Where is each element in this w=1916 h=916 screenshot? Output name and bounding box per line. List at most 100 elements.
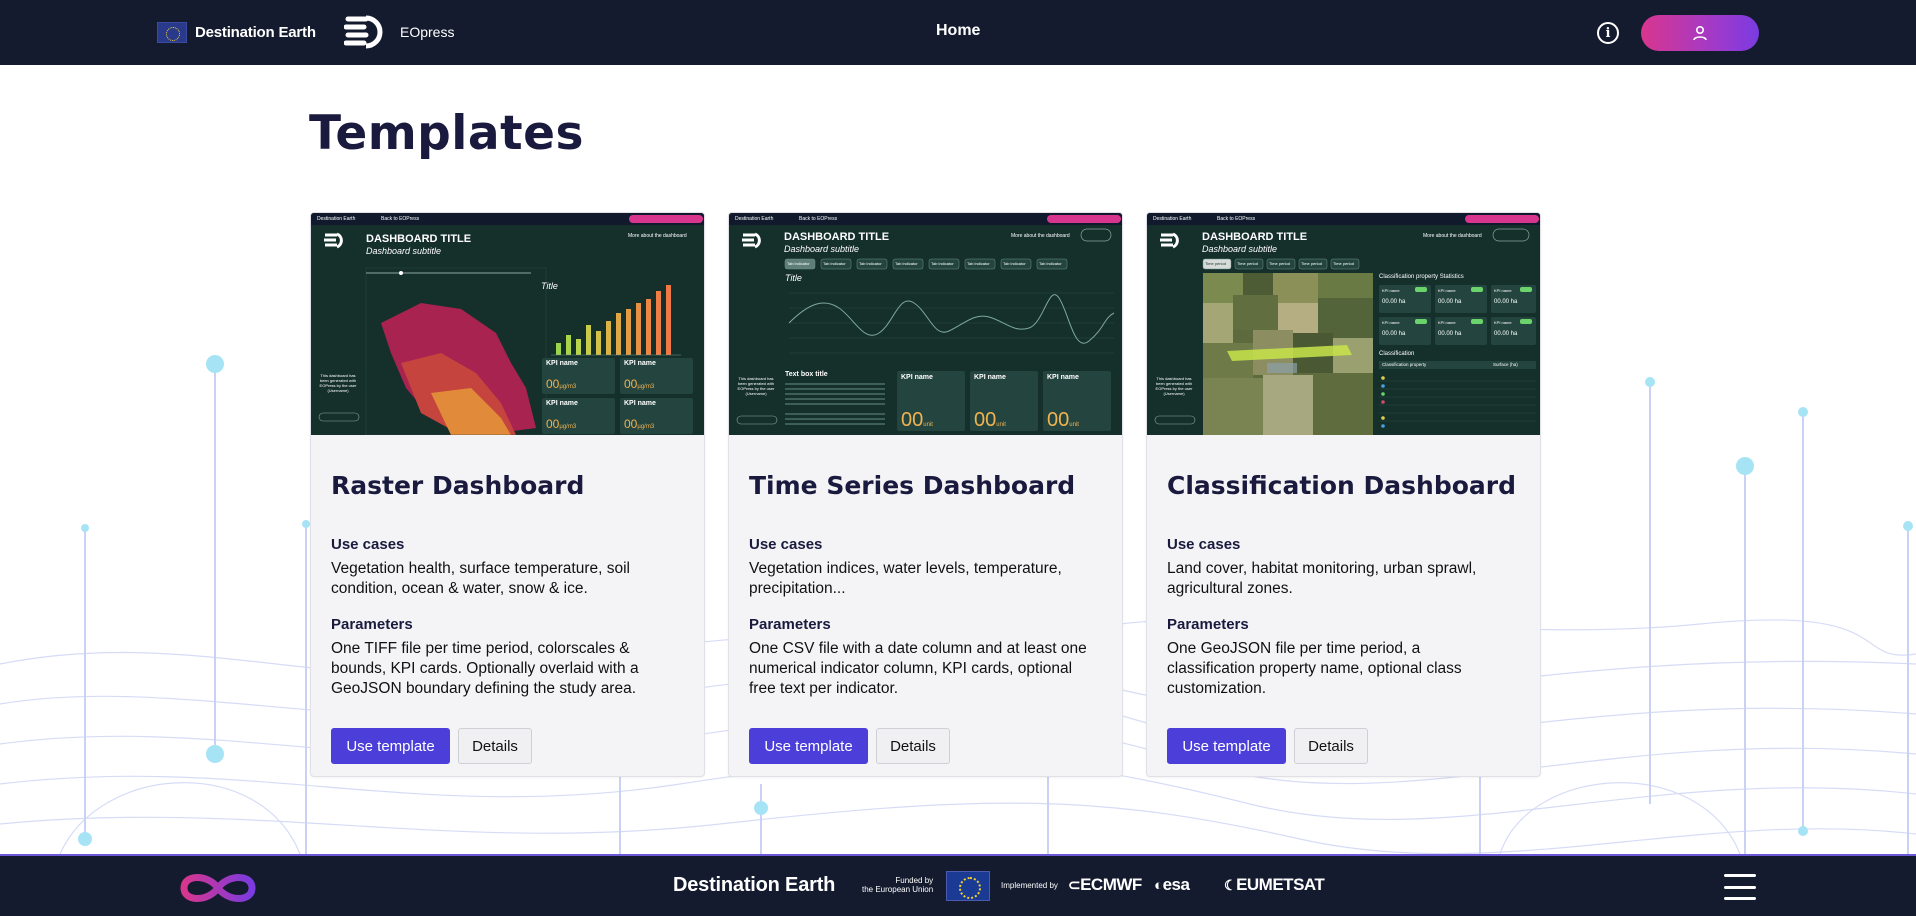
use-template-button[interactable]: Use template xyxy=(331,728,450,764)
card-title: Time Series Dashboard xyxy=(749,471,1076,500)
thumb-kpi-name: KPI name xyxy=(1047,374,1079,381)
thumb-kpi-name: KPI name xyxy=(1438,320,1456,325)
thumb-kpi-name: KPI name xyxy=(1382,320,1400,325)
card-title: Classification Dashboard xyxy=(1167,471,1516,500)
brand-name: Destination Earth xyxy=(195,24,316,41)
thumb-kpi-name: KPI name xyxy=(1438,288,1456,293)
thumb-text-box-title: Text box title xyxy=(785,371,828,378)
thumb-more-link: More about the dashboard xyxy=(1423,233,1482,239)
thumb-classification-title: Classification xyxy=(1379,351,1415,357)
footer-brand: Destination Earth xyxy=(673,874,836,896)
thumb-surface-header: Surface (ha) xyxy=(1493,362,1518,367)
destination-earth-brand[interactable]: Destination Earth xyxy=(157,20,316,45)
thumb-kpi-name: KPI name xyxy=(624,360,656,367)
footer: Destination Earth Funded by the European… xyxy=(0,854,1916,916)
use-cases-label: Use cases xyxy=(1167,536,1241,553)
eopress-logo[interactable]: EOpress xyxy=(344,14,454,50)
template-card-time-series: Destination Earth Back to EOPress DASHBO… xyxy=(728,212,1123,777)
use-cases-label: Use cases xyxy=(331,536,405,553)
thumb-brand: Destination Earth xyxy=(1153,216,1192,222)
thumb-tab: Tab indicator xyxy=(859,261,882,266)
thumb-kpi-value: 00.00 ha xyxy=(1382,331,1406,337)
eopress-logo-icon xyxy=(344,15,383,49)
thumb-stats-title: Classification property Statistics xyxy=(1379,274,1464,280)
thumb-tab: Time period xyxy=(1269,261,1290,266)
thumb-kpi-name: KPI name xyxy=(901,374,933,381)
implemented-by-label: Implemented by xyxy=(1001,881,1058,890)
thumb-kpi-value: 00.00 ha xyxy=(1438,331,1462,337)
thumb-class-header: Classification property xyxy=(1382,362,1427,367)
template-card-raster: Destination Earth Back to EOPress DASHBO… xyxy=(310,212,705,777)
funded-by-eu: Funded by the European Union xyxy=(862,876,934,894)
thumb-back-link: Back to EOPress xyxy=(1217,216,1256,222)
thumb-kpi-value: 00.00 ha xyxy=(1494,331,1518,337)
details-button[interactable]: Details xyxy=(1294,728,1368,764)
thumb-dashboard-title: DASHBOARD TITLE xyxy=(366,233,472,245)
thumb-kpi-value: 00.00 ha xyxy=(1494,299,1518,305)
thumb-side-note: This dashboard has been generated with E… xyxy=(737,376,775,396)
card-thumbnail: Destination Earth Back to EOPress DASHBO… xyxy=(311,213,704,435)
card-thumbnail: Destination Earth Back to EOPress DASHBO… xyxy=(729,213,1122,435)
thumb-chart-title: Title xyxy=(785,273,802,283)
use-cases-text: Vegetation health, surface temperature, … xyxy=(331,560,630,597)
thumb-kpi-name: KPI name xyxy=(624,400,656,407)
top-navbar: Destination Earth EOpress Home i xyxy=(0,0,1916,65)
thumb-kpi-name: KPI name xyxy=(974,374,1006,381)
thumb-tab: Time period xyxy=(1301,261,1322,266)
use-cases-label: Use cases xyxy=(749,536,823,553)
thumb-kpi-value: 00µg/m3 xyxy=(546,417,577,431)
use-cases-text: Land cover, habitat monitoring, urban sp… xyxy=(1167,560,1477,597)
user-account-button[interactable] xyxy=(1641,15,1759,51)
info-icon[interactable]: i xyxy=(1597,22,1619,44)
thumb-kpi-name: KPI name xyxy=(1494,320,1512,325)
thumb-tab: Tab indicator xyxy=(931,261,954,266)
thumb-kpi-name: KPI name xyxy=(1494,288,1512,293)
thumb-kpi-value: 00µg/m3 xyxy=(624,417,655,431)
thumb-tab: Time period xyxy=(1237,261,1258,266)
thumb-more-link: More about the dashboard xyxy=(1011,233,1070,239)
parameters-label: Parameters xyxy=(331,616,413,633)
parameters-text: One GeoJSON file per time period, a clas… xyxy=(1167,640,1462,697)
thumb-tab: Tab indicator xyxy=(967,261,990,266)
thumb-kpi-name: KPI name xyxy=(546,400,578,407)
use-template-button[interactable]: Use template xyxy=(1167,728,1286,764)
thumb-kpi-value: 00unit xyxy=(901,409,933,431)
parameters-label: Parameters xyxy=(749,616,831,633)
thumb-back-link: Back to EOPress xyxy=(381,216,420,222)
parameters-text: One TIFF file per time period, colorscal… xyxy=(331,640,639,697)
details-button[interactable]: Details xyxy=(458,728,532,764)
thumb-chart-title: Title xyxy=(541,281,558,291)
template-card-classification: Destination Earth Back to EOPress DASHBO… xyxy=(1146,212,1541,777)
thumb-dashboard-title: DASHBOARD TITLE xyxy=(784,231,890,243)
thumb-kpi-name: KPI name xyxy=(546,360,578,367)
use-template-button[interactable]: Use template xyxy=(749,728,868,764)
thumb-kpi-value: 00µg/m3 xyxy=(546,377,577,391)
thumb-tab: Time period xyxy=(1333,261,1354,266)
thumb-dashboard-subtitle: Dashboard subtitle xyxy=(1202,244,1278,254)
hamburger-menu-icon[interactable] xyxy=(1724,874,1756,900)
use-cases-text: Vegetation indices, water levels, temper… xyxy=(749,560,1062,597)
thumb-tab: Tab indicator xyxy=(823,261,846,266)
thumb-brand: Destination Earth xyxy=(735,216,774,222)
esa-logo: ◐esa xyxy=(1154,875,1190,894)
card-thumbnail: Destination Earth Back to EOPress DASHBO… xyxy=(1147,213,1540,435)
eu-flag-icon xyxy=(157,22,187,43)
thumb-kpi-value: 00.00 ha xyxy=(1438,299,1462,305)
thumb-brand: Destination Earth xyxy=(317,216,356,222)
eumetsat-logo: ☾EUMETSAT xyxy=(1224,875,1325,894)
thumb-side-note: This dashboard has been generated with E… xyxy=(319,373,357,393)
eu-flag-icon xyxy=(946,871,990,901)
thumb-dashboard-title: DASHBOARD TITLE xyxy=(1202,231,1308,243)
thumb-tab: Tab indicator xyxy=(895,261,918,266)
card-title: Raster Dashboard xyxy=(331,471,585,500)
nav-home-link[interactable]: Home xyxy=(936,22,980,40)
details-button[interactable]: Details xyxy=(876,728,950,764)
infinity-logo-icon[interactable] xyxy=(176,868,260,908)
thumb-tab: Tab indicator xyxy=(1003,261,1026,266)
thumb-back-link: Back to EOPress xyxy=(799,216,838,222)
parameters-text: One CSV file with a date column and at l… xyxy=(749,640,1087,697)
ecmwf-logo: ⊂ECMWF xyxy=(1068,875,1142,894)
thumb-dashboard-subtitle: Dashboard subtitle xyxy=(784,244,860,254)
thumb-tab: Tab indicator xyxy=(787,261,810,266)
thumb-side-note: This dashboard has been generated with E… xyxy=(1155,376,1193,396)
